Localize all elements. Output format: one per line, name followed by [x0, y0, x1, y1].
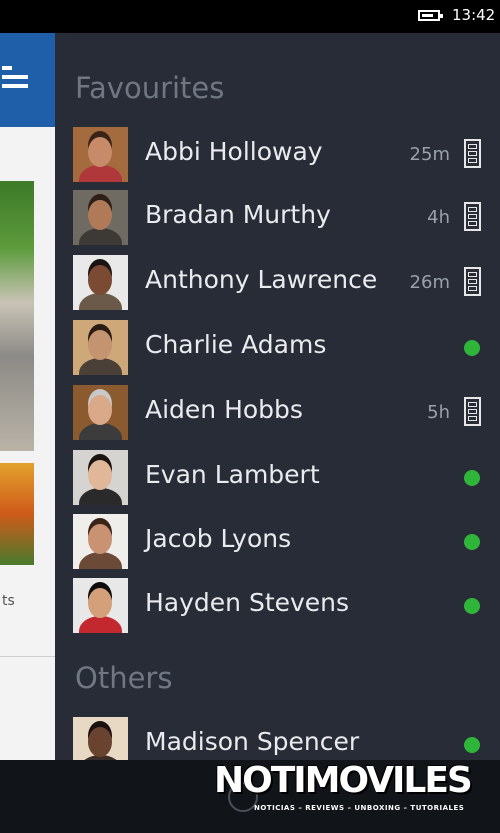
online-status-icon [464, 598, 480, 614]
avatar [73, 450, 128, 505]
avatar [73, 127, 128, 182]
avatar [73, 578, 128, 633]
online-status-icon [464, 737, 480, 753]
background-app-header [0, 33, 55, 127]
avatar [73, 385, 128, 440]
mobile-phone-icon [464, 267, 481, 296]
background-photo-street [0, 181, 34, 451]
contact-row[interactable]: Charlie Adams [55, 320, 500, 376]
divider [0, 656, 55, 657]
last-seen-time: 5h [427, 402, 450, 423]
avatar [73, 320, 128, 375]
last-seen-time: 4h [427, 207, 450, 228]
background-caption: ts [2, 593, 15, 609]
contact-row[interactable]: Anthony Lawrence 26m [55, 255, 500, 311]
contact-row[interactable]: Madison Spencer [55, 717, 500, 760]
online-status-icon [464, 340, 480, 356]
contact-name: Jacob Lyons [145, 524, 292, 553]
avatar [73, 190, 128, 245]
others-heading: Others [75, 661, 173, 695]
contact-name: Evan Lambert [145, 460, 320, 489]
background-photo-flowers [0, 463, 34, 565]
watermark: NOTIMOVILES NOTICIAS – REVIEWS – UNBOXIN… [214, 760, 484, 820]
battery-icon [418, 10, 443, 21]
contact-row[interactable]: Jacob Lyons [55, 514, 500, 570]
contact-name: Abbi Holloway [145, 137, 323, 166]
contact-name: Charlie Adams [145, 330, 327, 359]
contact-row[interactable]: Abbi Holloway 25m [55, 127, 500, 183]
mobile-phone-icon [464, 202, 481, 231]
status-bar: 13:42 [0, 0, 500, 33]
clock: 13:42 [452, 6, 496, 24]
contact-name: Anthony Lawrence [145, 265, 378, 294]
contact-name: Aiden Hobbs [145, 395, 303, 424]
mobile-phone-icon [464, 139, 481, 168]
contacts-panel: Favourites Abbi Holloway 25m Bradan Murthy… [55, 33, 500, 760]
online-status-icon [464, 470, 480, 486]
contact-name: Madison Spencer [145, 727, 360, 756]
hamburger-icon[interactable] [2, 66, 30, 90]
watermark-logo: NOTIMOVILES [214, 760, 473, 801]
favourites-heading: Favourites [75, 71, 225, 105]
avatar [73, 255, 128, 310]
contact-name: Bradan Murthy [145, 200, 331, 229]
background-app: ts [0, 33, 55, 760]
contact-row[interactable]: Bradan Murthy 4h [55, 190, 500, 246]
last-seen-time: 26m [409, 272, 450, 293]
avatar [73, 514, 128, 569]
contact-row[interactable]: Aiden Hobbs 5h [55, 385, 500, 441]
avatar [73, 717, 128, 760]
online-status-icon [464, 534, 480, 550]
watermark-tagline: NOTICIAS – REVIEWS – UNBOXING – TUTORIAL… [254, 804, 465, 812]
mobile-phone-icon [464, 397, 481, 426]
contact-name: Hayden Stevens [145, 588, 350, 617]
contact-row[interactable]: Hayden Stevens [55, 578, 500, 634]
battery-level [422, 14, 434, 17]
last-seen-time: 25m [409, 144, 450, 165]
contact-row[interactable]: Evan Lambert [55, 450, 500, 506]
